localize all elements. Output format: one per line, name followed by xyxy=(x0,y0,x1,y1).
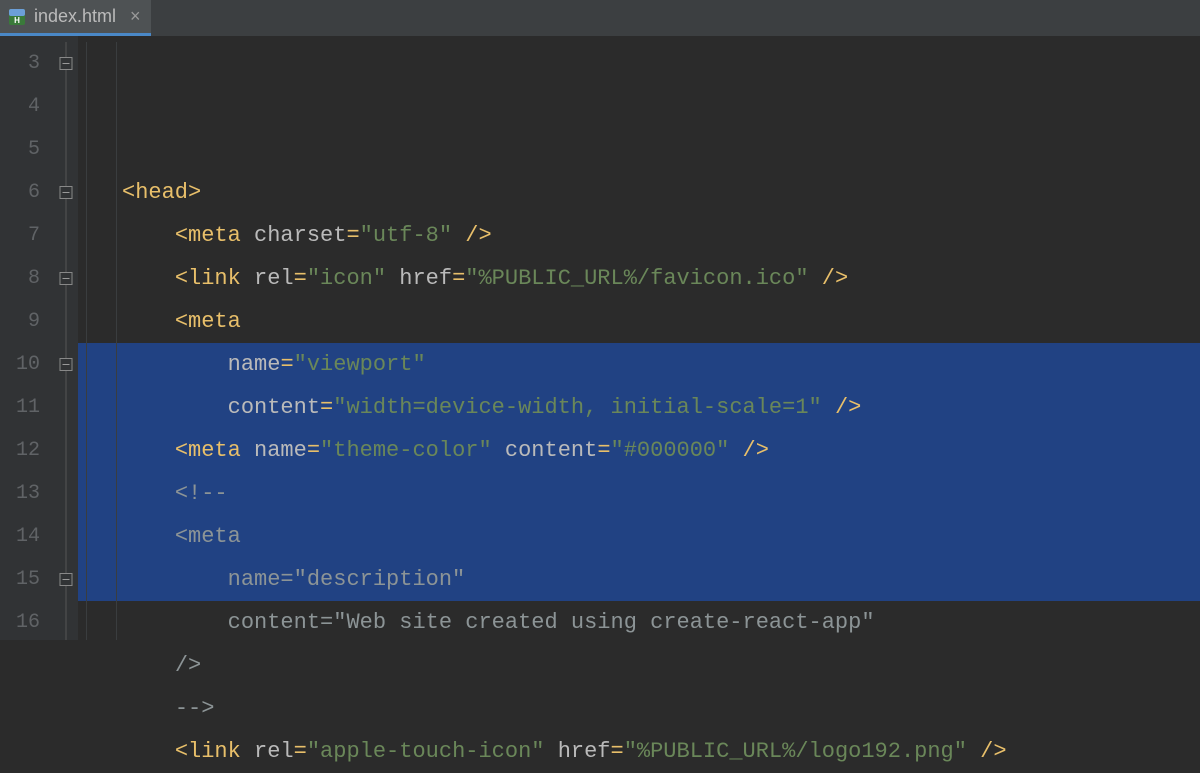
code-line[interactable]: <link rel="apple-touch-icon" href="%PUBL… xyxy=(118,730,1200,773)
code-line[interactable]: name="viewport" xyxy=(118,343,1200,386)
line-number: 6 xyxy=(0,171,54,214)
fold-toggle-icon[interactable] xyxy=(60,272,73,285)
line-number: 9 xyxy=(0,300,54,343)
code-line[interactable]: --> xyxy=(118,687,1200,730)
line-number: 15 xyxy=(0,558,54,601)
fold-gutter xyxy=(54,36,78,640)
fold-toggle-icon[interactable] xyxy=(60,186,73,199)
line-number: 5 xyxy=(0,128,54,171)
line-number: 12 xyxy=(0,429,54,472)
fold-toggle-icon[interactable] xyxy=(60,57,73,70)
line-number: 3 xyxy=(0,42,54,85)
code-line[interactable]: <link rel="icon" href="%PUBLIC_URL%/favi… xyxy=(118,257,1200,300)
code-line[interactable]: <meta xyxy=(118,515,1200,558)
code-line[interactable]: /> xyxy=(118,644,1200,687)
tab-bar: H index.html × xyxy=(0,0,1200,36)
code-editor[interactable]: 345678910111213141516 <head> <meta chars… xyxy=(0,36,1200,640)
code-line[interactable]: <meta charset="utf-8" /> xyxy=(118,214,1200,257)
svg-text:H: H xyxy=(14,16,20,25)
line-number: 10 xyxy=(0,343,54,386)
line-number: 8 xyxy=(0,257,54,300)
line-number: 7 xyxy=(0,214,54,257)
line-number: 11 xyxy=(0,386,54,429)
code-area[interactable]: <head> <meta charset="utf-8" /> <link re… xyxy=(118,36,1200,640)
code-line[interactable]: <meta xyxy=(118,300,1200,343)
line-number-gutter: 345678910111213141516 xyxy=(0,36,54,640)
line-number: 4 xyxy=(0,85,54,128)
line-number: 14 xyxy=(0,515,54,558)
tab-index-html[interactable]: H index.html × xyxy=(0,0,151,36)
line-number: 13 xyxy=(0,472,54,515)
indent-guide-area xyxy=(78,36,118,640)
fold-toggle-icon[interactable] xyxy=(60,573,73,586)
code-line[interactable]: content="Web site created using create-r… xyxy=(118,601,1200,644)
code-line[interactable]: <head> xyxy=(118,171,1200,214)
fold-toggle-icon[interactable] xyxy=(60,358,73,371)
code-line[interactable]: <!-- xyxy=(118,472,1200,515)
code-line[interactable]: <meta name="theme-color" content="#00000… xyxy=(118,429,1200,472)
close-icon[interactable]: × xyxy=(130,6,141,27)
code-line[interactable]: content="width=device-width, initial-sca… xyxy=(118,386,1200,429)
line-number: 16 xyxy=(0,601,54,644)
html-file-icon: H xyxy=(8,8,26,26)
tab-label: index.html xyxy=(34,6,116,27)
code-line[interactable]: name="description" xyxy=(118,558,1200,601)
